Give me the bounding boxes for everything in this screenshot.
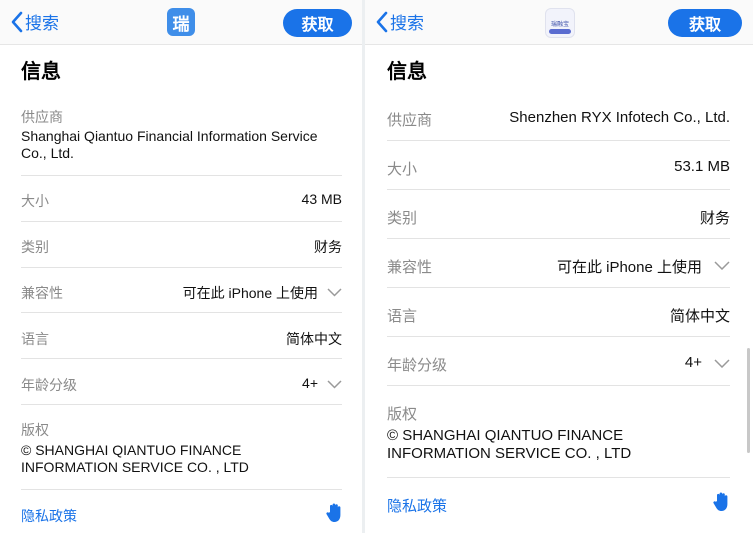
back-label: 搜索 (25, 14, 59, 33)
right-app-info-panel: 搜索 瑞融宝 获取 信息 供应商 Shenzhen RYX Infotech C… (365, 0, 753, 533)
language-value: 简体中文 (286, 331, 342, 347)
app-icon: 瑞 (167, 8, 195, 36)
chevron-down-icon (714, 359, 730, 368)
age-rating-row[interactable]: 年龄分级 4+ (0, 358, 362, 404)
compatibility-value: 可在此 iPhone 上使用 (556, 259, 702, 276)
separator (21, 489, 342, 490)
vendor-value: Shanghai Qiantuo Financial Information S… (21, 128, 318, 161)
copyright-label: 版权 (387, 406, 418, 423)
size-label: 大小 (387, 161, 418, 178)
left-app-info-panel: 搜索 瑞 获取 信息 供应商 Shanghai Qiantuo Financia… (0, 0, 362, 533)
hand-icon[interactable] (326, 503, 343, 523)
age-rating-value: 4+ (302, 375, 318, 391)
compatibility-value: 可在此 iPhone 上使用 (182, 285, 318, 301)
category-value: 财务 (314, 239, 342, 255)
separator (387, 477, 730, 478)
get-button[interactable]: 获取 (283, 9, 352, 37)
chevron-left-icon (376, 11, 388, 32)
chevron-down-icon (327, 288, 342, 297)
hand-icon[interactable] (713, 492, 730, 512)
copyright-value: © SHANGHAI QIANTUO FINANCE INFORMATION S… (387, 427, 632, 462)
language-label: 语言 (387, 308, 418, 325)
vendor-label: 供应商 (21, 109, 63, 125)
separator (387, 385, 730, 386)
scrollbar[interactable] (747, 348, 750, 453)
copyright-value: © SHANGHAI QIANTUO FINANCE INFORMATION S… (21, 442, 249, 475)
category-label: 类别 (21, 239, 49, 255)
copyright-label: 版权 (21, 422, 49, 438)
app-icon-bar (549, 29, 571, 34)
separator (387, 189, 730, 190)
back-label: 搜索 (390, 14, 424, 33)
compatibility-row[interactable]: 兼容性 可在此 iPhone 上使用 (365, 238, 753, 287)
age-rating-value: 4+ (684, 354, 702, 371)
separator (387, 140, 730, 141)
back-button[interactable]: 搜索 (10, 9, 59, 34)
size-value: 43 MB (301, 191, 342, 207)
language-label: 语言 (21, 331, 49, 347)
chevron-down-icon (327, 380, 342, 389)
compatibility-row[interactable]: 兼容性 可在此 iPhone 上使用 (0, 267, 362, 312)
section-title: 信息 (21, 61, 61, 83)
language-value: 简体中文 (669, 308, 730, 325)
app-icon: 瑞融宝 (545, 8, 575, 38)
category-label: 类别 (387, 210, 418, 227)
separator (387, 287, 730, 288)
app-icon-glyph: 瑞 (172, 14, 190, 34)
size-value: 53.1 MB (674, 158, 730, 175)
chevron-down-icon (714, 261, 730, 270)
vendor-label: 供应商 (387, 112, 433, 129)
compatibility-label: 兼容性 (21, 285, 63, 301)
separator (21, 404, 342, 405)
size-label: 大小 (21, 193, 49, 209)
app-icon-wordmark: 瑞融宝 (550, 22, 569, 28)
back-button[interactable]: 搜索 (375, 9, 424, 34)
separator (21, 312, 342, 313)
navigation-bar: 搜索 瑞融宝 获取 (365, 0, 753, 45)
separator (21, 175, 342, 176)
get-button[interactable]: 获取 (668, 9, 742, 37)
privacy-policy-link[interactable]: 隐私政策 (21, 506, 77, 526)
privacy-policy-link[interactable]: 隐私政策 (387, 495, 447, 516)
chevron-left-icon (11, 11, 23, 32)
age-rating-label: 年龄分级 (387, 357, 448, 374)
compatibility-label: 兼容性 (387, 259, 433, 276)
age-rating-label: 年龄分级 (21, 377, 77, 393)
category-value: 财务 (699, 210, 730, 227)
section-title: 信息 (387, 61, 427, 83)
age-rating-row[interactable]: 年龄分级 4+ (365, 336, 753, 385)
navigation-bar: 搜索 瑞 获取 (0, 0, 362, 45)
vendor-value: Shenzhen RYX Infotech Co., Ltd. (509, 109, 730, 126)
separator (21, 221, 342, 222)
